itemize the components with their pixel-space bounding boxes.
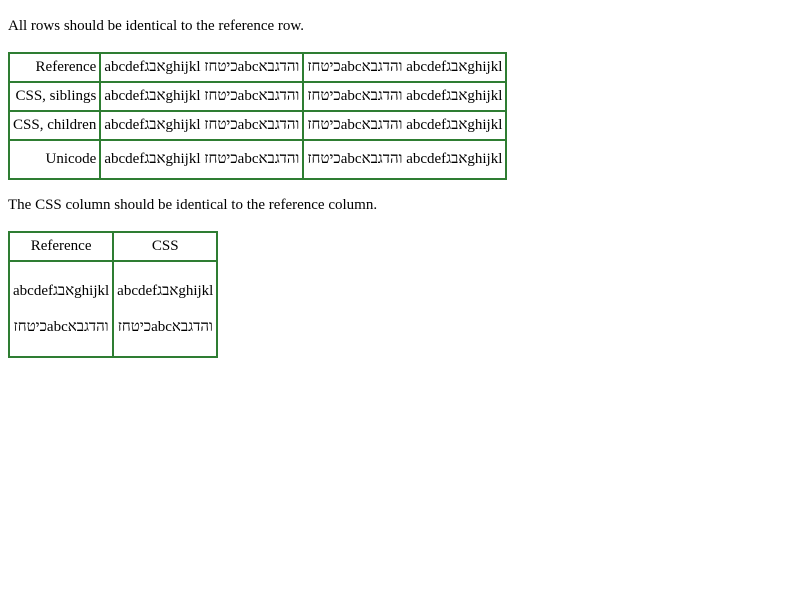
- second-intro-text: The CSS column should be identical to th…: [8, 197, 378, 213]
- cell-text: כיטחזabcוהדגבא abcdefאבגghijkl: [307, 151, 503, 167]
- bidi-rows-table: Reference abcdefאבגghijkl כיטחזabcוהדגבא…: [8, 52, 508, 180]
- cell-text: כיטחזabcוהדגבא abcdefאבגghijkl: [307, 117, 503, 133]
- cell-text: abcdefאבגghijkl כיטחזabcוהדגבא: [104, 151, 300, 167]
- table-cell: abcdefאבגghijkl כיטחזabcוהדגבא: [100, 140, 304, 179]
- cell-text: abcdefאבגghijkl כיטחזabcוהדגבא: [104, 117, 300, 133]
- bidi-columns-table: Reference CSS abcdefאבגghijkl כיטחזabcוה…: [8, 231, 219, 358]
- table-header-row: Reference CSS: [9, 232, 218, 261]
- reference-line-1: abcdefאבגghijkl: [13, 283, 110, 299]
- reference-line-2: כיטחזabcוהדגבא: [13, 319, 109, 335]
- table-cell: כיטחזabcוהדגבא abcdefאבגghijkl: [303, 82, 507, 111]
- table-cell: abcdefאבגghijkl כיטחזabcוהדגבא: [100, 53, 304, 82]
- table-cell: כיטחזabcוהדגבא abcdefאבגghijkl: [303, 111, 507, 140]
- css-line-1: abcdefאבגghijkl: [117, 283, 214, 299]
- table-cell: abcdefאבגghijkl כיטחזabcוהדגבא: [100, 82, 304, 111]
- css-column-cell: abcdefאבגghijkl כיטחזabcוהדגבא: [113, 261, 218, 357]
- intro-text: All rows should be identical to the refe…: [8, 18, 305, 34]
- cell-text: כיטחזabcוהדגבא abcdefאבגghijkl: [307, 59, 503, 75]
- table-row: abcdefאבגghijkl כיטחזabcוהדגבא abcdefאבג…: [9, 261, 218, 357]
- table-row: Unicode abcdefאבגghijkl כיטחזabcוהדגבא כ…: [9, 140, 507, 179]
- css-line-2: כיטחזabcוהדגבא: [117, 319, 213, 335]
- table-row: Reference abcdefאבגghijkl כיטחזabcוהדגבא…: [9, 53, 507, 82]
- table-cell: abcdefאבגghijkl כיטחזabcוהדגבא: [100, 111, 304, 140]
- table-cell: כיטחזabcוהדגבא abcdefאבגghijkl: [303, 53, 507, 82]
- cell-text: abcdefאבגghijkl כיטחזabcוהדגבא: [104, 59, 300, 75]
- table-row: CSS, children abcdefאבגghijkl כיטחזabcוה…: [9, 111, 507, 140]
- row-label: Reference: [9, 53, 101, 82]
- row-label: CSS, siblings: [9, 82, 101, 111]
- cell-text: abcdefאבגghijkl כיטחזabcוהדגבא: [104, 88, 300, 104]
- row-label: Unicode: [9, 140, 101, 179]
- column-header-css: CSS: [113, 232, 218, 261]
- column-header-reference: Reference: [9, 232, 114, 261]
- reference-column-cell: abcdefאבגghijkl כיטחזabcוהדגבא: [9, 261, 114, 357]
- cell-text: כיטחזabcוהדגבא abcdefאבגghijkl: [307, 88, 503, 104]
- table-cell: כיטחזabcוהדגבא abcdefאבגghijkl: [303, 140, 507, 179]
- table-row: CSS, siblings abcdefאבגghijkl כיטחזabcוה…: [9, 82, 507, 111]
- row-label: CSS, children: [9, 111, 101, 140]
